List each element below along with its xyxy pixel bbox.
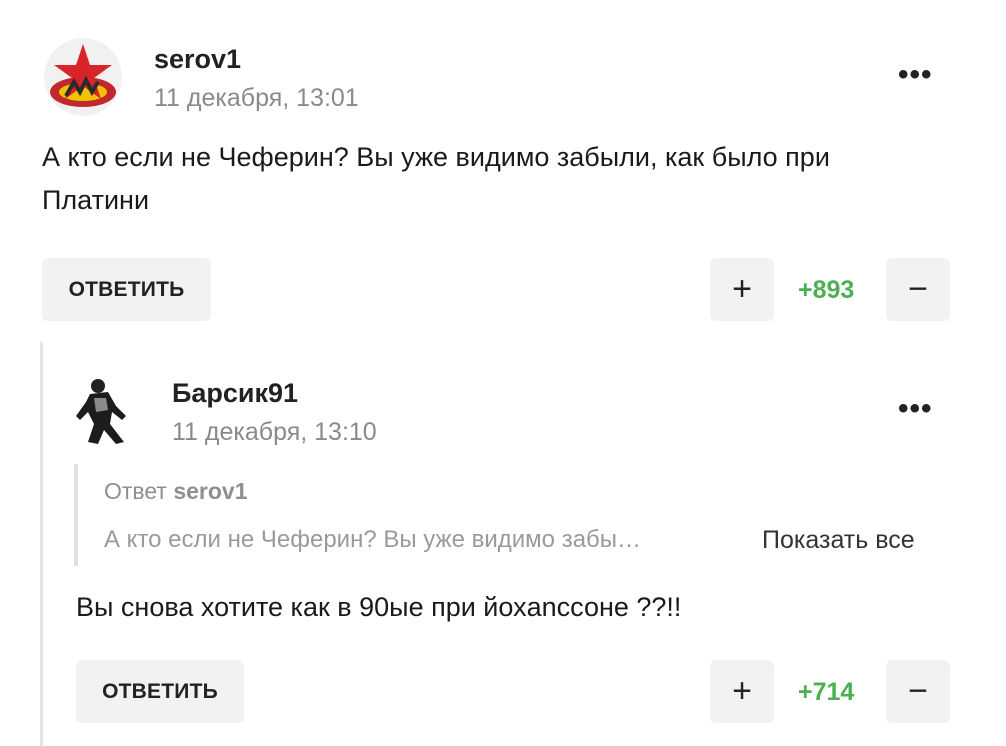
comment: serov1 11 декабря, 13:01 ••• А кто если … bbox=[0, 0, 1006, 330]
comment-text: Вы снова хотите как в 90ые при йохanссон… bbox=[76, 592, 682, 622]
comment-date: 11 декабря, 13:01 bbox=[154, 84, 359, 112]
quote-bar bbox=[74, 464, 78, 566]
figure-avatar-icon bbox=[72, 376, 134, 446]
username[interactable]: serov1 bbox=[154, 44, 241, 75]
spartak-logo-icon bbox=[44, 38, 122, 116]
vote-score: +714 bbox=[798, 678, 855, 706]
upvote-button[interactable]: + bbox=[710, 258, 774, 321]
downvote-button[interactable]: − bbox=[886, 660, 950, 723]
reply-button[interactable]: ОТВЕТИТЬ bbox=[76, 660, 244, 723]
downvote-button[interactable]: − bbox=[886, 258, 950, 321]
avatar[interactable] bbox=[44, 38, 122, 116]
more-options-icon[interactable]: ••• bbox=[898, 58, 933, 92]
comment-date: 11 декабря, 13:10 bbox=[172, 418, 377, 446]
comment-text-line: Платини bbox=[42, 185, 150, 215]
avatar[interactable] bbox=[72, 376, 134, 446]
vote-score: +893 bbox=[798, 276, 855, 304]
show-all-link[interactable]: Показать все bbox=[762, 526, 915, 555]
quote-prefix: Ответ bbox=[104, 478, 167, 504]
quote-text: А кто если не Чеферин? Вы уже видимо заб… bbox=[104, 526, 642, 553]
more-options-icon[interactable]: ••• bbox=[898, 392, 933, 426]
comment-text-line: А кто если не Чеферин? Вы уже видимо заб… bbox=[42, 142, 830, 172]
username[interactable]: Барсик91 bbox=[172, 378, 298, 409]
reply-button[interactable]: ОТВЕТИТЬ bbox=[42, 258, 211, 321]
upvote-button[interactable]: + bbox=[710, 660, 774, 723]
quote-author-name[interactable]: serov1 bbox=[173, 478, 247, 504]
quote-author: Ответ serov1 bbox=[104, 478, 248, 505]
comment-text: А кто если не Чеферин? Вы уже видимо заб… bbox=[42, 136, 972, 222]
reply-comment: Барсик91 11 декабря, 13:10 ••• Ответ ser… bbox=[0, 342, 1006, 746]
